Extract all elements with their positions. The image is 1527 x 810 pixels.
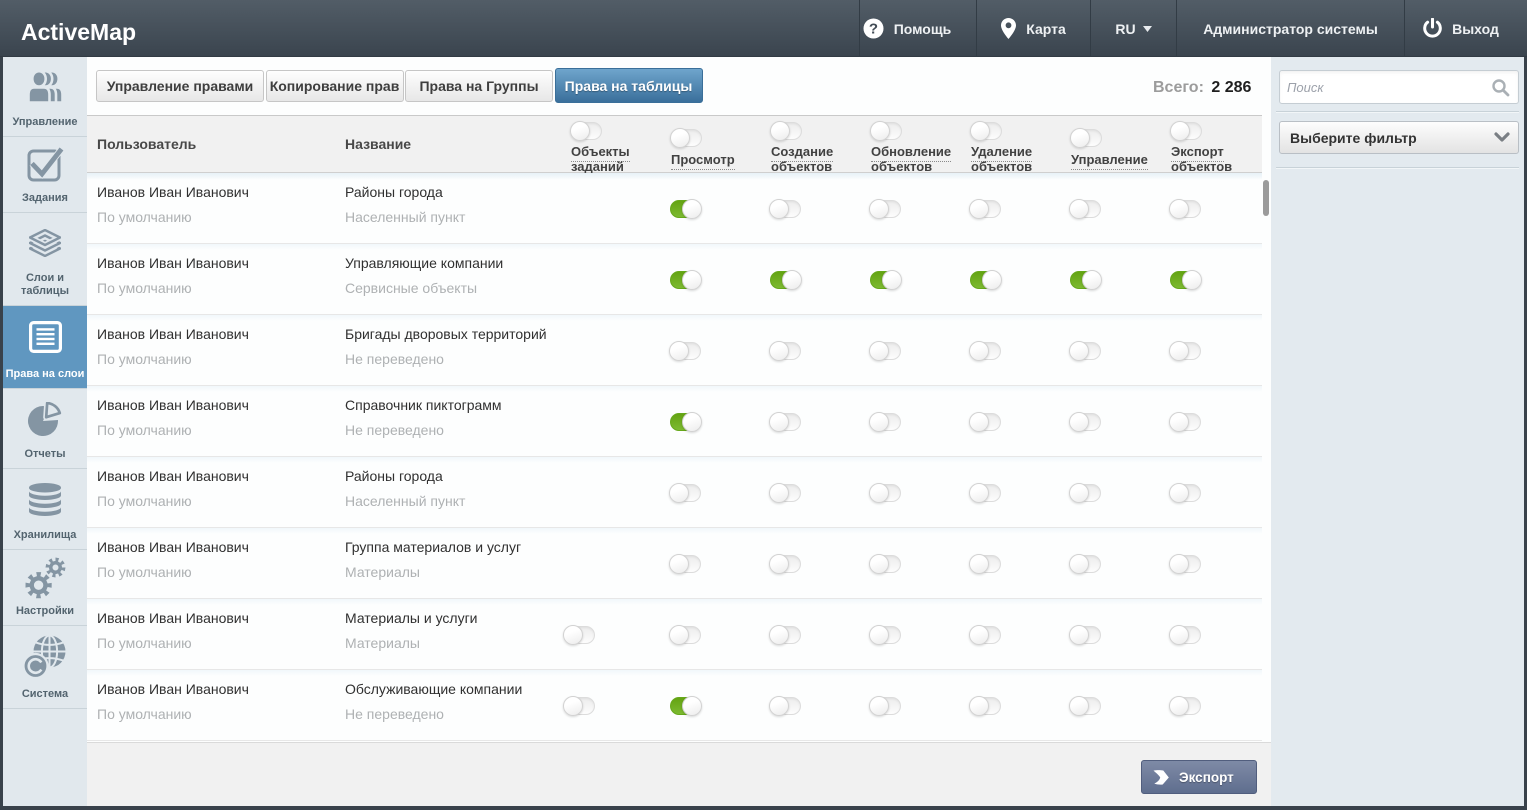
svg-text:?: ?: [869, 21, 878, 38]
